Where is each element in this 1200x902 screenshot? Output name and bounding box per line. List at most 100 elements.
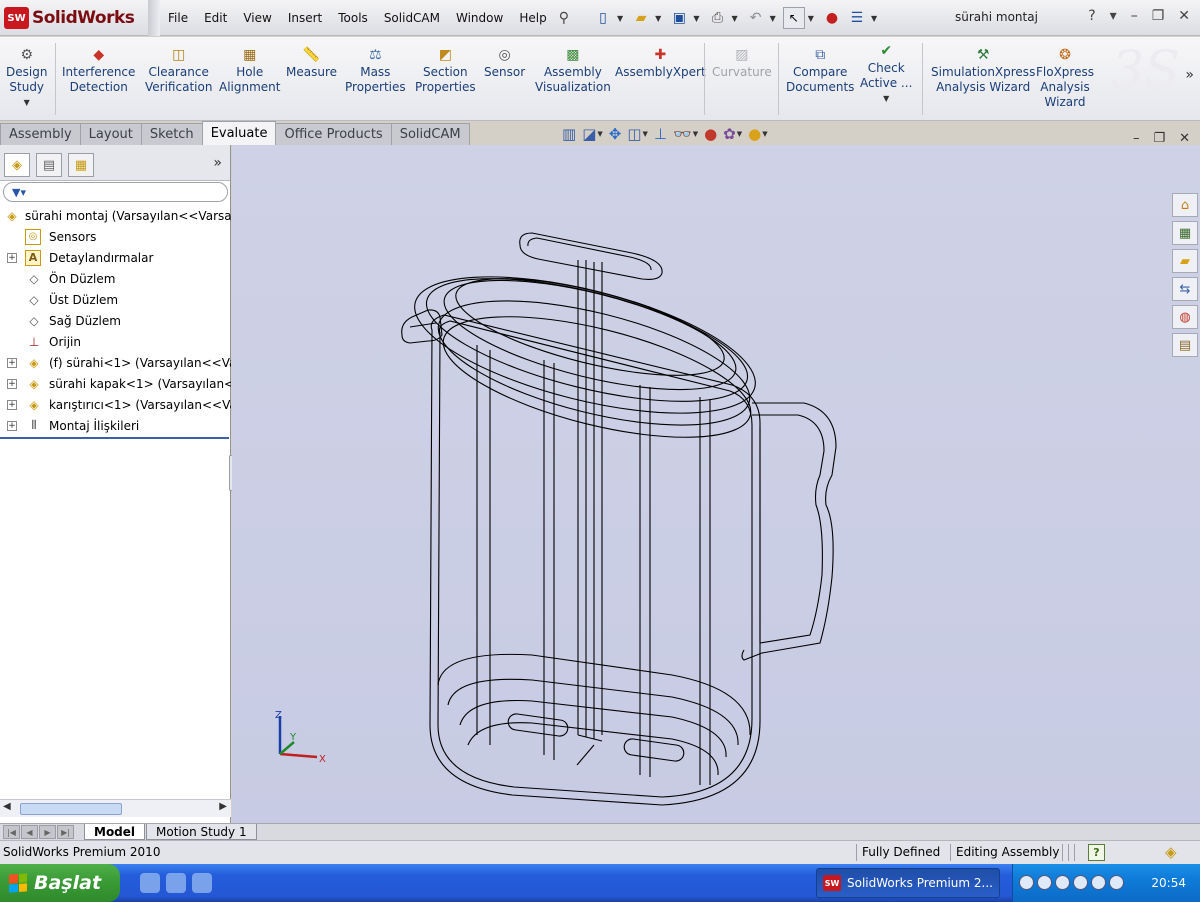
viewport-restore-icon[interactable]: ❐: [1153, 131, 1165, 146]
clearance-verification-button[interactable]: ◫ Clearance Verification: [145, 41, 212, 95]
tab-layout[interactable]: Layout: [79, 123, 142, 145]
appearances-scenes-icon[interactable]: ◍: [1172, 305, 1198, 329]
scroll-left-icon[interactable]: ◀: [3, 801, 11, 812]
tree-item-annotations[interactable]: + A Detaylandırmalar: [0, 247, 231, 268]
select-dropdown-icon[interactable]: ▼: [808, 14, 814, 23]
simulationxpress-button[interactable]: ⚒ SimulationXpress Analysis Wizard: [931, 41, 1035, 95]
sensor-button[interactable]: ◎ Sensor: [484, 41, 525, 80]
minimize-icon[interactable]: –: [1131, 8, 1138, 24]
quick-launch-item-icon[interactable]: [166, 873, 186, 893]
options-dropdown-icon[interactable]: ▼: [871, 14, 877, 23]
tree-item-top-plane[interactable]: ◇ Üst Düzlem: [0, 289, 231, 310]
tag-icon[interactable]: ◈: [1165, 843, 1177, 861]
first-tab-icon[interactable]: |◀: [3, 825, 20, 839]
rollback-bar[interactable]: [0, 437, 229, 439]
section-view-icon[interactable]: ⊥: [654, 125, 667, 143]
restore-icon[interactable]: ❐: [1152, 8, 1165, 24]
property-manager-tab-icon[interactable]: ▤: [36, 153, 62, 177]
scene-icon[interactable]: ✿ ▼: [723, 125, 742, 143]
hole-alignment-button[interactable]: ▦ Hole Alignment: [219, 41, 280, 95]
assembly-visualization-button[interactable]: ▩ Assembly Visualization: [535, 41, 611, 95]
rebuild-traffic-light-icon[interactable]: ●: [821, 7, 843, 29]
tray-app-icon[interactable]: [1091, 875, 1106, 890]
last-tab-icon[interactable]: ▶|: [57, 825, 74, 839]
zoom-to-fit-icon[interactable]: ▥: [562, 125, 576, 143]
assemblyxpert-button[interactable]: ✚ AssemblyXpert: [615, 41, 706, 80]
section-properties-button[interactable]: ◩ Section Properties: [415, 41, 476, 95]
menu-insert[interactable]: Insert: [280, 11, 330, 25]
feature-tree-tab-icon[interactable]: ◈: [4, 153, 30, 177]
check-active-dropdown-icon[interactable]: ▼: [883, 91, 889, 106]
new-dropdown-icon[interactable]: ▼: [617, 14, 623, 23]
scroll-right-icon[interactable]: ▶: [219, 801, 227, 812]
tab-motion-study[interactable]: Motion Study 1: [146, 824, 257, 840]
expand-toggle-icon[interactable]: +: [7, 379, 17, 389]
new-document-icon[interactable]: ▯: [592, 7, 614, 29]
compare-documents-button[interactable]: ⧉ Compare Documents: [786, 41, 854, 95]
prev-tab-icon[interactable]: ◀: [21, 825, 38, 839]
solidworks-logo[interactable]: SW SolidWorks: [4, 4, 135, 32]
open-dropdown-icon[interactable]: ▼: [655, 14, 661, 23]
floxpress-button[interactable]: ❂ FloXpress Analysis Wizard: [1036, 41, 1094, 110]
menu-view[interactable]: View: [235, 11, 279, 25]
save-dropdown-icon[interactable]: ▼: [693, 14, 699, 23]
scroll-thumb[interactable]: [20, 803, 122, 815]
menu-file[interactable]: File: [160, 11, 196, 25]
taskbar-clock[interactable]: 20:54: [1151, 876, 1186, 890]
close-icon[interactable]: ✕: [1178, 8, 1190, 24]
pin-menu-icon[interactable]: ⚲: [559, 10, 569, 26]
feature-tree-scrollbar[interactable]: ◀ ▶: [0, 799, 231, 817]
help-dropdown-icon[interactable]: ▾: [1110, 8, 1117, 24]
render-tools-icon[interactable]: ● ▼: [748, 125, 767, 143]
menu-solidcam[interactable]: SolidCAM: [376, 11, 448, 25]
configuration-manager-tab-icon[interactable]: ▦: [68, 153, 94, 177]
menu-window[interactable]: Window: [448, 11, 511, 25]
tray-app-icon[interactable]: [1109, 875, 1124, 890]
tree-item-right-plane[interactable]: ◇ Sağ Düzlem: [0, 310, 231, 331]
design-study-dropdown-icon[interactable]: ▼: [24, 95, 30, 110]
ribbon-overflow-icon[interactable]: »: [1185, 67, 1194, 83]
help-icon[interactable]: ?: [1088, 8, 1095, 24]
curvature-button[interactable]: ▨ Curvature: [712, 41, 772, 80]
check-active-button[interactable]: ✔ Check Active ... ▼: [860, 37, 912, 106]
interference-detection-button[interactable]: ◆ Interference Detection: [62, 41, 135, 95]
tree-item-part[interactable]: + ◈ sürahi kapak<1> (Varsayılan<<: [0, 373, 231, 394]
undo-dropdown-icon[interactable]: ▼: [770, 14, 776, 23]
tree-root-assembly[interactable]: ◈ sürahi montaj (Varsayılan<<Varsay: [0, 205, 231, 226]
expand-panel-icon[interactable]: »: [213, 155, 222, 171]
tab-sketch[interactable]: Sketch: [140, 123, 203, 145]
taskbar-solidworks-button[interactable]: SW SolidWorks Premium 2...: [816, 868, 1000, 898]
menu-edit[interactable]: Edit: [196, 11, 235, 25]
pan-icon[interactable]: ✥: [609, 125, 622, 143]
print-dropdown-icon[interactable]: ▼: [731, 14, 737, 23]
appearance-icon[interactable]: ●: [704, 125, 717, 143]
tree-item-front-plane[interactable]: ◇ Ön Düzlem: [0, 268, 231, 289]
expand-toggle-icon[interactable]: +: [7, 400, 17, 410]
mass-properties-button[interactable]: ⚖ Mass Properties: [345, 41, 406, 95]
open-folder-icon[interactable]: ▰: [630, 7, 652, 29]
expand-toggle-icon[interactable]: +: [7, 253, 17, 263]
hide-show-icon[interactable]: 👓 ▼: [673, 125, 698, 143]
tree-item-part[interactable]: + ◈ (f) sürahi<1> (Varsayılan<<Var: [0, 352, 231, 373]
tree-item-sensors[interactable]: ◎ Sensors: [0, 226, 231, 247]
menu-help[interactable]: Help: [511, 11, 554, 25]
print-icon[interactable]: ⎙: [706, 7, 728, 29]
expand-toggle-icon[interactable]: +: [7, 421, 17, 431]
quick-launch-item-icon[interactable]: [140, 873, 160, 893]
tray-network-icon[interactable]: [1037, 875, 1052, 890]
measure-button[interactable]: 📏 Measure: [286, 41, 337, 80]
tree-item-mates[interactable]: + ⦀ Montaj İlişkileri: [0, 415, 231, 436]
file-explorer-icon[interactable]: ▰: [1172, 249, 1198, 273]
tree-item-origin[interactable]: ⊥ Orijin: [0, 331, 231, 352]
tree-filter-input[interactable]: ▼▾: [3, 182, 228, 202]
tab-model[interactable]: Model: [84, 824, 146, 840]
select-pointer-icon[interactable]: ↖: [782, 7, 805, 29]
next-tab-icon[interactable]: ▶: [39, 825, 56, 839]
undo-icon[interactable]: ↶: [745, 7, 767, 29]
design-study-button[interactable]: ⚙ Design Study ▼: [6, 41, 47, 110]
pitcher-assembly-wireframe[interactable]: [232, 145, 1172, 823]
expand-toggle-icon[interactable]: +: [7, 358, 17, 368]
solidworks-resources-icon[interactable]: ⌂: [1172, 193, 1198, 217]
start-button[interactable]: Başlat: [0, 864, 120, 902]
quick-launch-item-icon[interactable]: [192, 873, 212, 893]
